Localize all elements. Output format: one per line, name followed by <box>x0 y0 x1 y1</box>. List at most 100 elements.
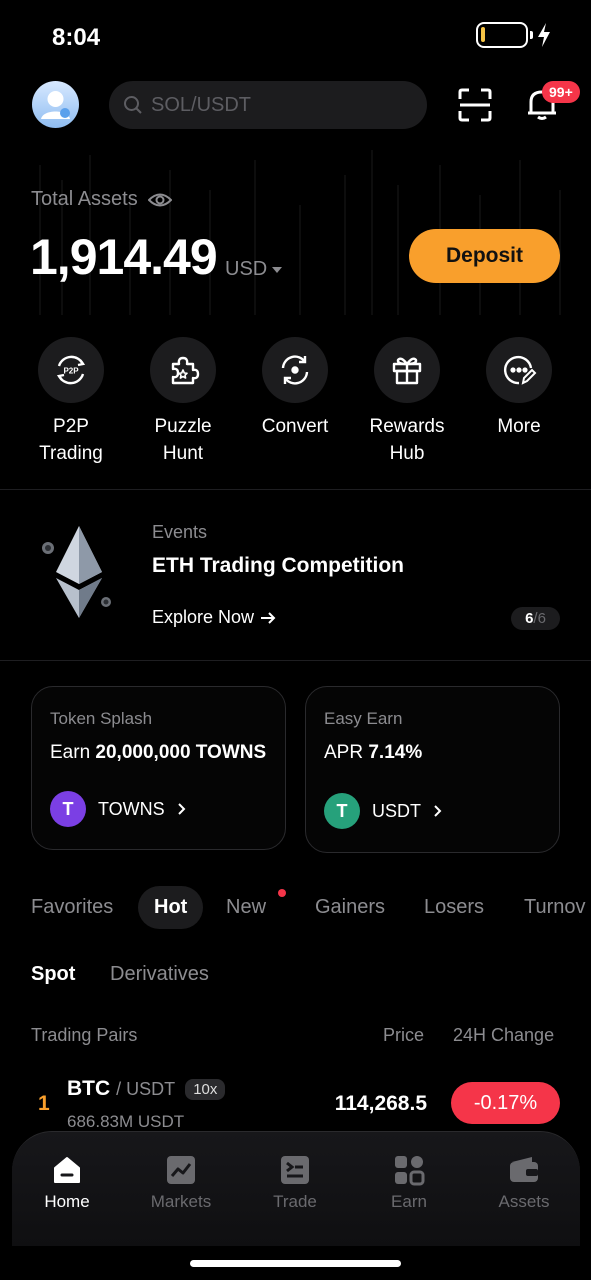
card-prefix: Earn <box>50 742 91 763</box>
total-assets-label: Total Assets <box>31 188 172 211</box>
convert-icon <box>262 337 328 403</box>
subtab-spot[interactable]: Spot <box>31 963 75 986</box>
quick-action-puzzle-hunt[interactable]: Puzzle Hunt <box>143 337 223 467</box>
nav-label: Trade <box>273 1192 317 1211</box>
nav-home[interactable]: Home <box>22 1154 112 1212</box>
caret-down-icon <box>272 266 283 273</box>
card-headline: Earn 20,000,000 TOWNS <box>50 742 266 764</box>
nav-label: Earn <box>391 1192 427 1211</box>
nav-label: Home <box>44 1192 90 1211</box>
column-header-change: 24H Change <box>453 1025 555 1045</box>
row-change-badge: -0.17% <box>451 1082 560 1124</box>
easy-earn-card[interactable]: Easy Earn APR 7.14% T USDT <box>305 686 560 853</box>
status-time: 8:04 <box>52 24 101 51</box>
search-icon <box>124 96 142 114</box>
notification-badge: 99+ <box>542 81 580 103</box>
p2p-icon: P2P <box>38 337 104 403</box>
tab-new[interactable]: New <box>226 896 266 919</box>
pager-current: 6 <box>525 610 534 627</box>
card-tag: Easy Earn <box>324 709 403 728</box>
home-icon <box>54 1157 80 1183</box>
quick-action-label: Puzzle Hunt <box>154 416 212 464</box>
total-assets-value: 1,914.49 <box>30 229 218 285</box>
bottom-nav: Home Markets Trade Earn Assets <box>12 1131 580 1246</box>
card-token-link[interactable]: T USDT <box>324 793 442 829</box>
quick-action-label: Rewards Hub <box>369 416 445 464</box>
banner-pager: 6/6 <box>511 607 560 630</box>
tab-hot[interactable]: Hot <box>138 886 204 929</box>
divider <box>0 489 591 490</box>
card-highlight: 7.14% <box>368 742 423 763</box>
currency-label: USD <box>225 258 268 280</box>
towns-token-icon: T <box>50 791 86 827</box>
home-indicator <box>190 1260 401 1267</box>
battery-icon <box>476 22 533 48</box>
row-pair: BTC / USDT 10x <box>67 1077 226 1101</box>
quick-action-label: Convert <box>261 416 329 437</box>
card-prefix: APR <box>324 742 364 763</box>
card-token-link[interactable]: T TOWNS <box>50 791 186 827</box>
more-icon <box>486 337 552 403</box>
currency-selector[interactable]: USD <box>225 258 283 281</box>
card-tag: Token Splash <box>50 709 153 728</box>
nav-assets[interactable]: Assets <box>479 1154 569 1212</box>
nav-label: Markets <box>150 1192 212 1211</box>
row-quote: / USDT <box>116 1078 176 1099</box>
avatar[interactable] <box>32 81 79 128</box>
tab-losers[interactable]: Losers <box>424 896 484 919</box>
earn-icon <box>395 1156 425 1186</box>
quick-action-label: P2P Trading <box>39 416 103 464</box>
scan-icon[interactable] <box>458 88 492 122</box>
search-placeholder: SOL/USDT <box>151 93 252 116</box>
p2p-icon-text: P2P <box>63 367 79 376</box>
nav-earn[interactable]: Earn <box>364 1154 454 1212</box>
row-rank: 1 <box>38 1092 50 1115</box>
token-splash-card[interactable]: Token Splash Earn 20,000,000 TOWNS T TOW… <box>31 686 286 850</box>
puzzle-icon <box>150 337 216 403</box>
explore-now-label: Explore Now <box>152 607 255 627</box>
total-assets-text: Total Assets <box>31 188 138 210</box>
card-headline: APR 7.14% <box>324 742 422 764</box>
tab-favorites[interactable]: Favorites <box>31 896 113 919</box>
row-base: BTC <box>67 1077 111 1100</box>
usdt-token-icon: T <box>324 793 360 829</box>
event-title: ETH Trading Competition <box>152 554 404 577</box>
chevron-right-icon <box>177 803 186 815</box>
row-volume: 686.83M USDT <box>67 1112 185 1131</box>
row-price: 114,268.5 <box>334 1092 427 1115</box>
explore-now-link[interactable]: Explore Now <box>152 607 276 628</box>
column-header-pair: Trading Pairs <box>31 1025 138 1045</box>
card-token-label: TOWNS <box>98 798 165 819</box>
quick-action-rewards-hub[interactable]: Rewards Hub <box>367 337 447 467</box>
quick-action-convert[interactable]: Convert <box>255 337 335 440</box>
new-indicator-dot <box>278 889 286 897</box>
quick-action-label: More <box>497 416 541 437</box>
charging-bolt-icon <box>538 23 550 47</box>
search-input[interactable]: SOL/USDT <box>109 81 427 129</box>
wallet-icon <box>510 1157 538 1182</box>
leverage-badge: 10x <box>185 1078 226 1100</box>
quick-action-more[interactable]: More <box>479 337 559 440</box>
column-header-price: Price <box>383 1025 425 1045</box>
chart-icon <box>167 1156 195 1184</box>
user-avatar-icon <box>41 91 70 119</box>
pager-total: /6 <box>533 610 546 627</box>
nav-label: Assets <box>498 1192 550 1211</box>
card-token-label: USDT <box>372 800 421 821</box>
tab-gainers[interactable]: Gainers <box>315 896 385 919</box>
nav-trade[interactable]: Trade <box>250 1154 340 1212</box>
card-highlight: 20,000,000 TOWNS <box>95 742 267 763</box>
trade-icon <box>281 1156 309 1184</box>
subtab-derivatives[interactable]: Derivatives <box>110 963 209 986</box>
tab-turnover[interactable]: Turnov <box>524 896 586 919</box>
gift-icon <box>374 337 440 403</box>
arrow-right-icon <box>261 611 276 624</box>
quick-action-p2p[interactable]: P2P P2P Trading <box>31 337 111 467</box>
chevron-right-icon <box>434 805 442 817</box>
deposit-button[interactable]: Deposit <box>409 229 560 283</box>
divider <box>0 660 591 661</box>
usdt-icon-text: T <box>336 800 348 821</box>
eye-icon[interactable] <box>147 191 172 209</box>
nav-markets[interactable]: Markets <box>136 1154 226 1212</box>
towns-icon-text: T <box>62 798 74 819</box>
